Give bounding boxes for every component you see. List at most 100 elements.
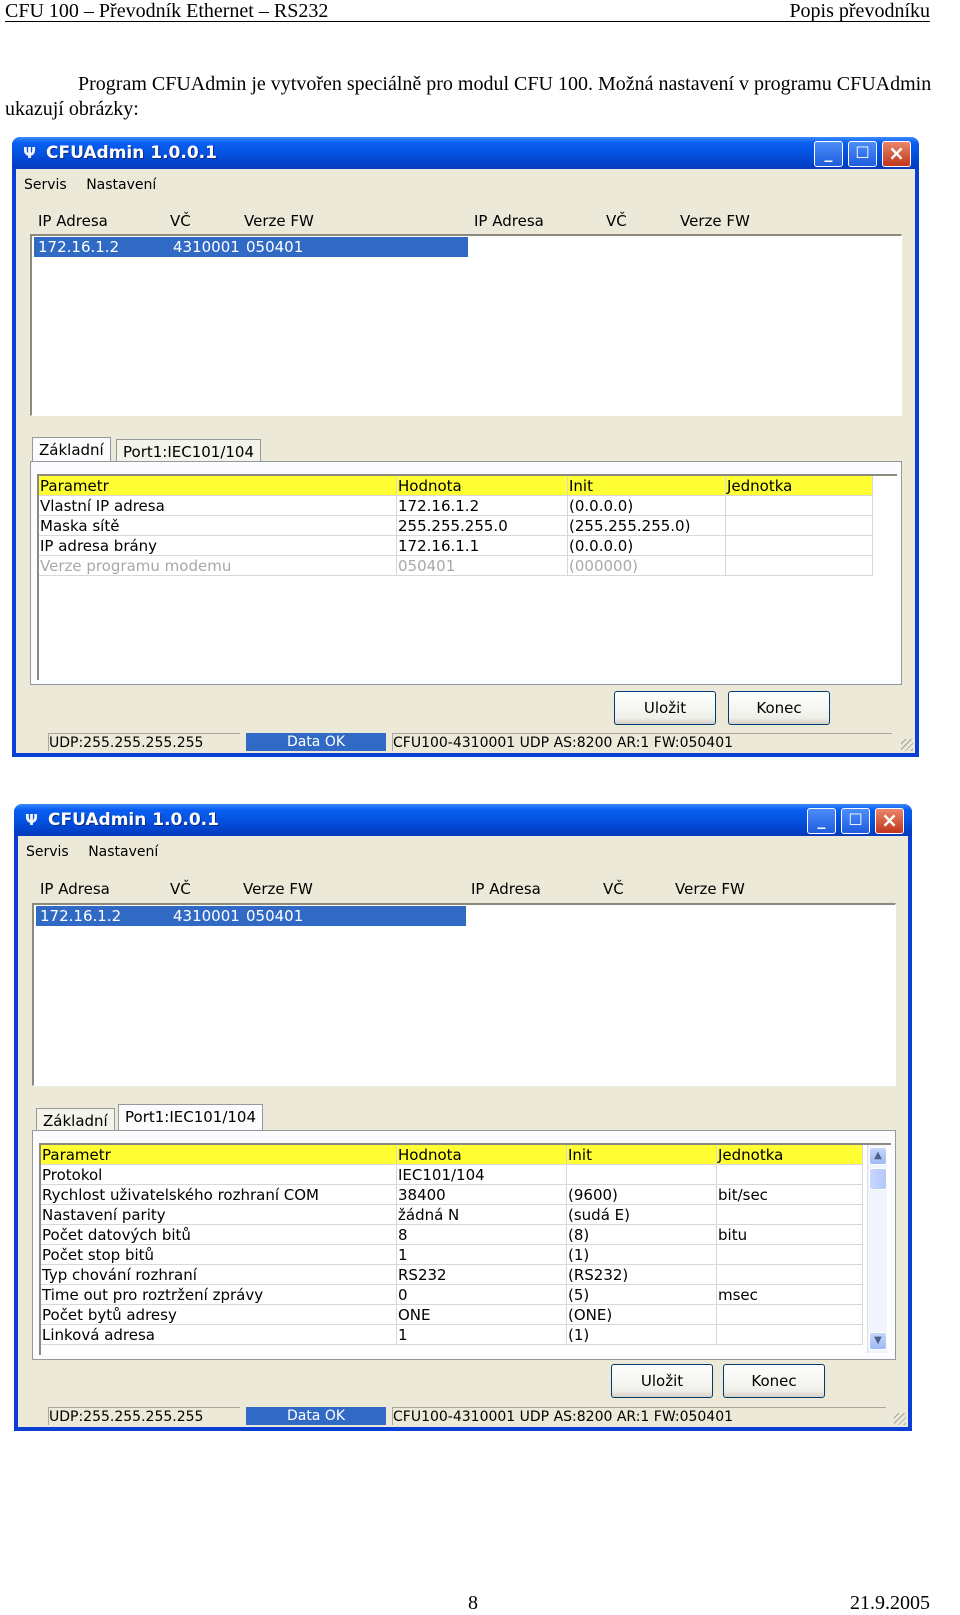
col-fw-2[interactable]: Verze FW [675, 880, 745, 898]
tab-port1[interactable]: Port1:IEC101/104 [118, 1104, 264, 1130]
chevron-up-icon: ▲ [874, 1150, 882, 1161]
table-row[interactable]: Nastavení parity žádná N (sudá E) [41, 1205, 863, 1225]
cell-init: (255.255.255.0) [568, 516, 726, 536]
cell-unit [717, 1205, 863, 1225]
cell-param: Protokol [41, 1165, 397, 1185]
maximize-button[interactable]: ☐ [848, 141, 877, 167]
device-vc: 4310001 [173, 238, 240, 256]
device-ip: 172.16.1.2 [40, 907, 122, 925]
grid-head-hodnota: Hodnota [397, 476, 568, 496]
cell-init: (0.0.0.0) [568, 496, 726, 516]
col-fw-1[interactable]: Verze FW [244, 212, 314, 230]
cell-param: Vlastní IP adresa [39, 496, 397, 516]
menu-nastaveni[interactable]: Nastavení [86, 177, 156, 193]
table-row[interactable]: IP adresa brány 172.16.1.1 (0.0.0.0) [39, 536, 873, 556]
minimize-button[interactable]: _ [807, 808, 836, 834]
scroll-thumb[interactable] [869, 1168, 887, 1190]
grid-scrollbar[interactable]: ▲ ▼ [867, 1145, 887, 1353]
close-button[interactable]: × [875, 808, 904, 834]
grid-head-parametr: Parametr [41, 1145, 397, 1165]
cell-value[interactable]: 8 [397, 1225, 567, 1245]
tab-port1[interactable]: Port1:IEC101/104 [116, 439, 262, 463]
status-bar: UDP:255.255.255.255 Data OK CFU100-43100… [18, 1405, 908, 1427]
tab-panel-port: Parametr Hodnota Init Jednotka Protokol I… [32, 1130, 896, 1360]
cell-param: Počet stop bitů [41, 1245, 397, 1265]
cell-value[interactable]: 0 [397, 1285, 567, 1305]
cell-init: (sudá E) [567, 1205, 717, 1225]
cell-value[interactable]: 255.255.255.0 [397, 516, 568, 536]
cell-init: (000000) [568, 556, 726, 576]
cell-unit: msec [717, 1285, 863, 1305]
save-button[interactable]: Uložit [614, 691, 716, 725]
device-list[interactable]: 172.16.1.2 4310001 050401 [30, 234, 902, 416]
cell-param: Linková adresa [41, 1325, 397, 1345]
table-row[interactable]: Time out pro roztržení zprávy 0 (5) msec [41, 1285, 863, 1305]
menu-servis[interactable]: Servis [26, 844, 69, 860]
cell-value[interactable]: 172.16.1.1 [397, 536, 568, 556]
device-row-selected[interactable]: 172.16.1.2 4310001 050401 [34, 237, 468, 257]
table-row[interactable]: Maska sítě 255.255.255.0 (255.255.255.0) [39, 516, 873, 536]
minimize-icon: _ [824, 143, 833, 162]
title-bar[interactable]: Ψ CFUAdmin 1.0.0.1 _ ☐ × [12, 137, 919, 169]
cell-param: Typ chování rozhraní [41, 1265, 397, 1285]
table-row[interactable]: Verze programu modemu 050401 (000000) [39, 556, 873, 576]
minimize-button[interactable]: _ [814, 141, 843, 167]
window-client: Servis Nastavení IP Adresa VČ Verze FW I… [18, 836, 908, 1427]
cell-value[interactable]: žádná N [397, 1205, 567, 1225]
table-row[interactable]: Typ chování rozhraní RS232 (RS232) [41, 1265, 863, 1285]
maximize-icon: ☐ [855, 143, 870, 162]
table-row[interactable]: Linková adresa 1 (1) [41, 1325, 863, 1345]
cell-value[interactable]: 38400 [397, 1185, 567, 1205]
save-button[interactable]: Uložit [611, 1364, 713, 1398]
col-ip-2[interactable]: IP Adresa [474, 212, 544, 230]
param-grid-basic[interactable]: Parametr Hodnota Init Jednotka Vlastní I… [37, 474, 897, 680]
col-ip-1[interactable]: IP Adresa [38, 212, 108, 230]
page-date: 21.9.2005 [850, 1592, 930, 1614]
param-grid-port[interactable]: Parametr Hodnota Init Jednotka Protokol I… [39, 1143, 891, 1355]
col-vc-2[interactable]: VČ [603, 880, 624, 898]
col-fw-2[interactable]: Verze FW [680, 212, 750, 230]
resize-grip[interactable] [901, 739, 913, 751]
col-ip-1[interactable]: IP Adresa [40, 880, 110, 898]
cell-value[interactable]: RS232 [397, 1265, 567, 1285]
cell-init: (1) [567, 1325, 717, 1345]
cell-value[interactable]: IEC101/104 [397, 1165, 567, 1185]
cell-init: (8) [567, 1225, 717, 1245]
table-row[interactable]: Počet datových bitů 8 (8) bitu [41, 1225, 863, 1245]
cell-value[interactable]: 172.16.1.2 [397, 496, 568, 516]
page-header: CFU 100 – Převodník Ethernet – RS232 Pop… [5, 0, 930, 22]
cell-param: Maska sítě [39, 516, 397, 536]
tab-zakladni[interactable]: Základní [36, 1108, 115, 1132]
menu-servis[interactable]: Servis [24, 177, 67, 193]
table-row[interactable]: Počet bytů adresy ONE (ONE) [41, 1305, 863, 1325]
col-vc-1[interactable]: VČ [170, 880, 191, 898]
table-row[interactable]: Vlastní IP adresa 172.16.1.2 (0.0.0.0) [39, 496, 873, 516]
device-fw: 050401 [246, 907, 304, 925]
device-list[interactable]: 172.16.1.2 4310001 050401 [32, 903, 896, 1086]
cell-value[interactable]: 1 [397, 1325, 567, 1345]
scroll-down-button[interactable]: ▼ [869, 1332, 887, 1350]
cfuadmin-window-basic: Ψ CFUAdmin 1.0.0.1 _ ☐ × Servis Nastaven… [12, 137, 919, 757]
col-vc-2[interactable]: VČ [606, 212, 627, 230]
col-fw-1[interactable]: Verze FW [243, 880, 313, 898]
table-row[interactable]: Rychlost uživatelského rozhraní COM 38400… [41, 1185, 863, 1205]
menu-nastaveni[interactable]: Nastavení [88, 844, 158, 860]
col-vc-1[interactable]: VČ [170, 212, 191, 230]
cell-value[interactable]: 050401 [397, 556, 568, 576]
chevron-down-icon: ▼ [874, 1335, 882, 1346]
konec-button[interactable]: Konec [723, 1364, 825, 1398]
col-ip-2[interactable]: IP Adresa [471, 880, 541, 898]
resize-grip[interactable] [894, 1413, 906, 1425]
konec-button[interactable]: Konec [728, 691, 830, 725]
cell-value[interactable]: 1 [397, 1245, 567, 1265]
table-row[interactable]: Protokol IEC101/104 [41, 1165, 863, 1185]
close-button[interactable]: × [882, 141, 911, 167]
title-bar[interactable]: Ψ CFUAdmin 1.0.0.1 _ ☐ × [14, 804, 912, 836]
tab-zakladni[interactable]: Základní [32, 437, 111, 463]
scroll-up-button[interactable]: ▲ [869, 1147, 887, 1165]
cell-init: (1) [567, 1245, 717, 1265]
device-row-selected[interactable]: 172.16.1.2 4310001 050401 [36, 906, 466, 926]
table-row[interactable]: Počet stop bitů 1 (1) [41, 1245, 863, 1265]
cell-value[interactable]: ONE [397, 1305, 567, 1325]
maximize-button[interactable]: ☐ [841, 808, 870, 834]
